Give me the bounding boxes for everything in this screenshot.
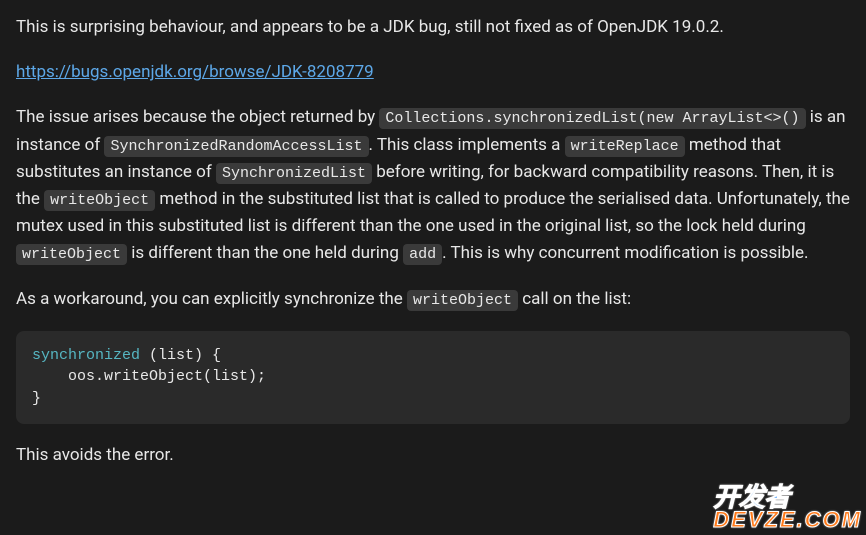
text-segment: . This class implements a xyxy=(369,135,565,155)
paragraph-conclusion: This avoids the error. xyxy=(16,442,850,469)
watermark-line2: DEVZE.COM xyxy=(713,510,862,531)
inline-code: SynchronizedList xyxy=(216,163,372,184)
paragraph-workaround: As a workaround, you can explicitly sync… xyxy=(16,286,850,313)
inline-code: writeObject xyxy=(16,244,127,265)
bug-link[interactable]: https://bugs.openjdk.org/browse/JDK-8208… xyxy=(16,62,374,82)
inline-code: writeObject xyxy=(44,190,155,211)
paragraph-explanation: The issue arises because the object retu… xyxy=(16,104,850,267)
paragraph-link: https://bugs.openjdk.org/browse/JDK-8208… xyxy=(16,59,850,86)
text-segment: call on the list: xyxy=(518,289,631,309)
text-segment: As a workaround, you can explicitly sync… xyxy=(16,289,407,309)
inline-code: writeReplace xyxy=(565,136,685,157)
inline-code: writeObject xyxy=(407,290,518,311)
text-segment: . This is why concurrent modification is… xyxy=(442,243,808,263)
code-block: synchronized (list) { oos.writeObject(li… xyxy=(16,331,850,424)
answer-body: This is surprising behaviour, and appear… xyxy=(0,0,866,497)
text-segment: The issue arises because the object retu… xyxy=(16,107,379,127)
inline-code: add xyxy=(403,244,442,265)
inline-code: SynchronizedRandomAccessList xyxy=(104,136,368,157)
paragraph-intro: This is surprising behaviour, and appear… xyxy=(16,14,850,41)
text-segment: is different than the one held during xyxy=(127,243,403,263)
code-keyword: synchronized xyxy=(32,347,140,364)
inline-code: Collections.synchronizedList(new ArrayLi… xyxy=(379,108,805,129)
